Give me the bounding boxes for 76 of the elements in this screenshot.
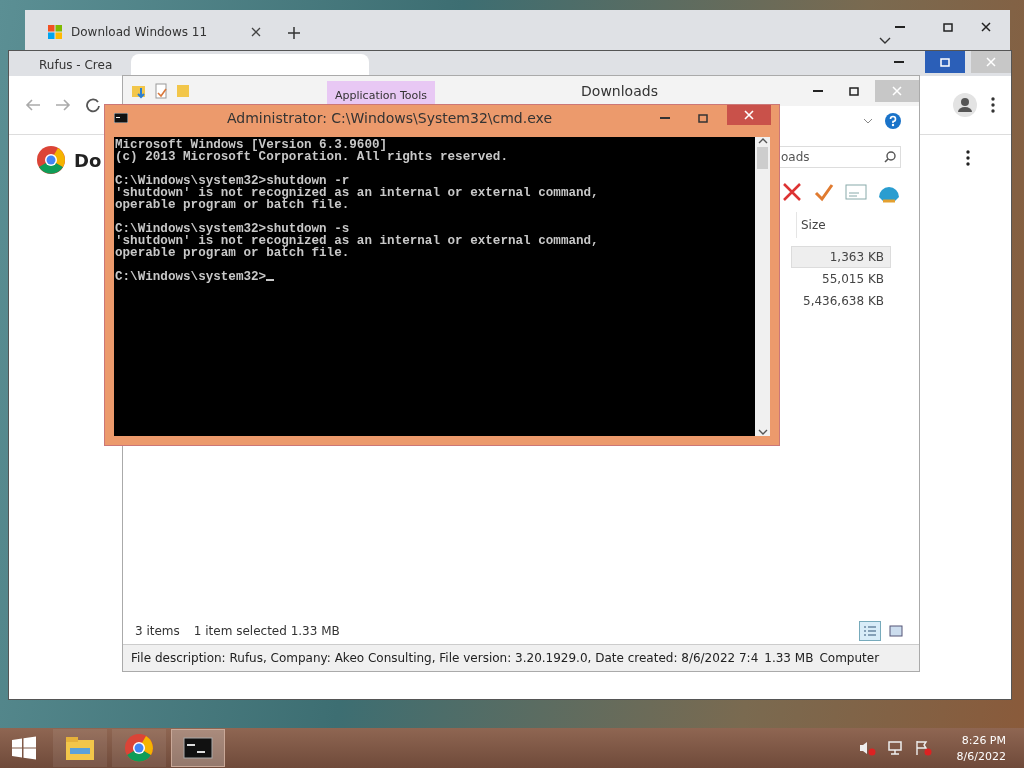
close-icon bbox=[981, 22, 991, 32]
maximize-icon bbox=[849, 86, 859, 96]
maximize-icon bbox=[940, 57, 950, 67]
tab-title: Download Windows 11 bbox=[71, 25, 209, 39]
reload-icon[interactable] bbox=[85, 97, 101, 113]
minimize-icon bbox=[813, 90, 823, 92]
close-icon[interactable] bbox=[251, 27, 261, 37]
clock-date: 8/6/2022 bbox=[956, 749, 1006, 763]
tab-title: Rufus - Crea bbox=[39, 58, 113, 72]
item-count: 3 items bbox=[135, 624, 180, 638]
profile-icon[interactable] bbox=[953, 93, 977, 117]
file-size-cell[interactable]: 1,363 KB bbox=[791, 246, 891, 268]
terminal-icon bbox=[114, 113, 128, 123]
close-icon bbox=[986, 57, 996, 67]
browser-tab[interactable]: Download Windows 11 bbox=[35, 16, 273, 48]
windows-logo-icon bbox=[47, 24, 63, 40]
folder-icon bbox=[64, 734, 96, 762]
selection-info: 1 item selected 1.33 MB bbox=[193, 624, 340, 638]
console-line: 'shutdown' is not recognized as an internal or external command, bbox=[115, 187, 600, 199]
file-size-cell[interactable]: 55,015 KB bbox=[791, 268, 891, 290]
console-line: C:\Windows\system32>shutdown -s bbox=[115, 223, 351, 235]
console-line: (c) 2013 Microsoft Corporation. All rights reserved. bbox=[115, 151, 509, 163]
taskbar-app-button[interactable] bbox=[53, 729, 107, 767]
console-line: operable program or batch file. bbox=[115, 247, 351, 259]
window-title: Downloads bbox=[581, 83, 658, 99]
details-view-icon bbox=[863, 625, 877, 637]
close-button[interactable] bbox=[727, 105, 771, 125]
kebab-menu-icon[interactable] bbox=[966, 150, 970, 166]
minimize-icon bbox=[660, 117, 670, 119]
console-line: 'shutdown' is not recognized as an internal or external command, bbox=[115, 235, 600, 247]
chrome-logo-icon bbox=[124, 733, 154, 763]
taskbar-app-button[interactable] bbox=[112, 729, 166, 767]
file-size: 1.33 MB bbox=[764, 651, 814, 665]
checkmark-icon[interactable] bbox=[813, 181, 835, 203]
chevron-down-icon bbox=[879, 37, 891, 45]
windows-logo-icon bbox=[11, 736, 37, 760]
cross-icon[interactable] bbox=[781, 181, 803, 203]
search-icon bbox=[884, 151, 896, 163]
minimize-icon bbox=[895, 26, 905, 28]
minimize-icon bbox=[894, 61, 904, 63]
file-size-cell[interactable]: 5,436,638 KB bbox=[791, 290, 891, 312]
taskbar-app-button[interactable] bbox=[171, 729, 225, 767]
close-icon bbox=[744, 110, 754, 120]
scroll-down-icon[interactable] bbox=[757, 428, 768, 436]
clock-time: 8:26 PM bbox=[961, 733, 1006, 747]
maximize-icon bbox=[943, 22, 953, 32]
console-line: C:\Windows\system32>shutdown -r bbox=[115, 175, 351, 187]
speaker-muted-icon[interactable] bbox=[857, 740, 876, 756]
network-icon[interactable] bbox=[885, 740, 904, 756]
window-title: Administrator: C:\Windows\System32\cmd.exe bbox=[226, 110, 553, 126]
column-header[interactable]: Size bbox=[796, 212, 891, 238]
scroll-up-icon[interactable] bbox=[757, 137, 768, 145]
page-heading: Do bbox=[74, 149, 102, 171]
ribbon-tab[interactable]: Application Tools bbox=[327, 81, 436, 106]
plus-icon bbox=[288, 27, 300, 39]
folder-down-icon bbox=[131, 83, 147, 99]
flag-icon[interactable] bbox=[913, 740, 932, 756]
location-label: Computer bbox=[819, 651, 880, 665]
console-line: Microsoft Windows [Version 6.3.9600] bbox=[115, 139, 388, 151]
maximize-icon bbox=[698, 113, 708, 123]
chrome-logo-icon bbox=[36, 145, 66, 175]
chevron-down-icon bbox=[863, 118, 873, 124]
browser-tab[interactable]: Rufus - Crea bbox=[19, 54, 119, 76]
console-line: operable program or batch file. bbox=[115, 199, 351, 211]
terminal-icon bbox=[183, 737, 213, 759]
maximize-button[interactable] bbox=[925, 51, 965, 73]
help-icon[interactable] bbox=[885, 113, 901, 129]
document-check-icon bbox=[153, 83, 169, 99]
folder-icon bbox=[175, 83, 191, 99]
console-line: C:\Windows\system32> bbox=[115, 271, 754, 283]
picture-icon bbox=[889, 625, 903, 637]
text-cursor bbox=[266, 279, 275, 281]
close-icon bbox=[892, 86, 902, 96]
kebab-menu-icon[interactable] bbox=[991, 97, 995, 113]
file-details: File description: Rufus, Company: Akeo Consulting, File version: 3.20.1929.0, Date created: 8/6/2022 7:4 bbox=[131, 651, 759, 665]
scrollbar-thumb[interactable] bbox=[757, 147, 768, 169]
